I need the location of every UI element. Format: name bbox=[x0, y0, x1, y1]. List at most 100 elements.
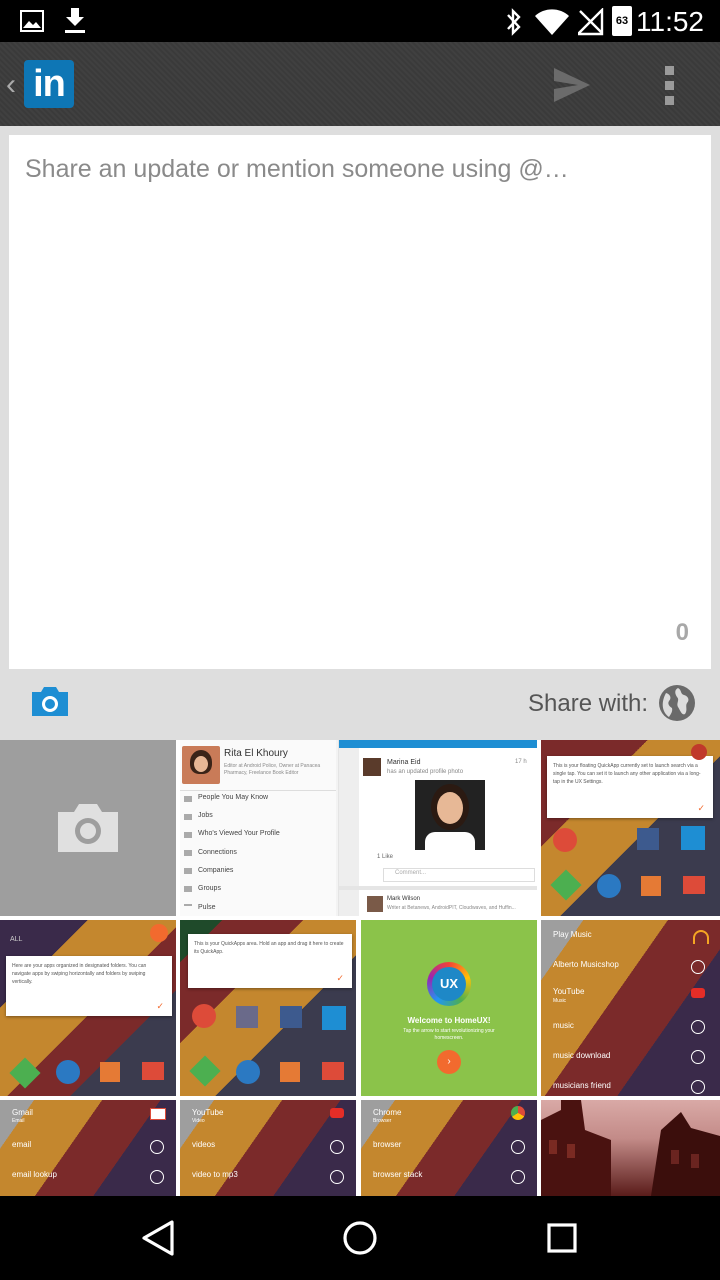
screenshot-thumbnail[interactable]: Chrome Browser browser browser stack bbox=[361, 1100, 537, 1196]
globe-icon[interactable] bbox=[658, 684, 696, 722]
status-bar: 63 11:52 bbox=[0, 0, 720, 42]
check-icon: ✓ bbox=[156, 1001, 164, 1011]
character-count: 0 bbox=[675, 619, 689, 646]
chrome-app-icon bbox=[192, 1004, 216, 1028]
image-notification-icon bbox=[20, 10, 44, 32]
home-icon[interactable] bbox=[338, 1216, 382, 1260]
result-row: video to mp3 bbox=[192, 1170, 238, 1179]
comment-placeholder: Comment... bbox=[395, 870, 427, 876]
check-icon: ✓ bbox=[697, 803, 705, 813]
downloads-app-icon bbox=[322, 1006, 346, 1030]
result-sub: Email bbox=[12, 1118, 25, 1124]
update-text-field[interactable]: Share an update or mention someone using… bbox=[9, 135, 711, 669]
youtube-icon bbox=[330, 1108, 344, 1118]
feed-age: 17 h bbox=[515, 759, 527, 765]
menu-item: Who's Viewed Your Profile bbox=[198, 830, 280, 837]
result-sub: Music bbox=[553, 998, 567, 1004]
tip-text: This is your floating QuickApp currently… bbox=[553, 763, 701, 785]
share-with-label[interactable]: Share with: bbox=[528, 690, 648, 718]
search-icon bbox=[511, 1170, 525, 1184]
hangouts-app-icon bbox=[236, 1060, 260, 1084]
photos-app-icon bbox=[637, 828, 659, 850]
check-icon: ✓ bbox=[336, 973, 344, 983]
drive-app-icon bbox=[189, 1055, 221, 1087]
screenshot-thumbnail[interactable]: YouTube Video videos video to mp3 bbox=[180, 1100, 356, 1196]
recents-icon[interactable] bbox=[540, 1216, 584, 1260]
welcome-subtitle: Tap the arrow to start revolutionizing y… bbox=[403, 1028, 495, 1041]
screenshot-thumbnail[interactable]: Gmail Email email email lookup bbox=[0, 1100, 176, 1196]
camera-icon bbox=[58, 804, 118, 852]
clock: 11:52 bbox=[636, 6, 704, 37]
tip-card: Here are your apps organized in designat… bbox=[6, 956, 172, 1016]
result-sub: Browser bbox=[373, 1118, 392, 1124]
result-row: browser bbox=[373, 1140, 402, 1149]
photos-app-icon bbox=[280, 1006, 302, 1028]
result-row: music download bbox=[553, 1051, 611, 1060]
screenshot-thumbnail[interactable]: ALL Here are your apps organized in desi… bbox=[0, 920, 176, 1096]
no-signal-icon bbox=[578, 8, 604, 36]
result-row: videos bbox=[192, 1140, 216, 1149]
linkedin-logo[interactable]: in bbox=[24, 60, 74, 108]
compose-placeholder: Share an update or mention someone using… bbox=[25, 155, 569, 183]
welcome-title: Welcome to HomeUX! bbox=[407, 1016, 491, 1025]
drive-app-icon bbox=[550, 869, 582, 901]
download-notification-icon bbox=[65, 8, 85, 33]
downloads-app-icon bbox=[681, 826, 705, 850]
menu-item: Pulse bbox=[198, 904, 216, 911]
search-icon bbox=[691, 1080, 705, 1094]
screenshot-thumbnail[interactable]: Play Music Alberto Musicshop YouTube Mus… bbox=[541, 920, 720, 1096]
search-icon bbox=[691, 1050, 705, 1064]
back-icon[interactable] bbox=[136, 1216, 180, 1260]
screenshot-thumbnail[interactable]: Rita El Khoury Editor at Android Police,… bbox=[180, 740, 356, 916]
photo-thumbnail[interactable] bbox=[541, 1100, 720, 1196]
headphones-icon bbox=[693, 930, 709, 944]
photo-gallery: Rita El Khoury Editor at Android Police,… bbox=[0, 740, 720, 1196]
tip-card: This is your floating QuickApp currently… bbox=[547, 756, 713, 818]
battery-level: 63 bbox=[615, 15, 629, 27]
hangouts-app-icon bbox=[56, 1060, 80, 1084]
feeds-app-icon bbox=[641, 876, 661, 896]
send-icon[interactable] bbox=[552, 66, 592, 104]
result-row: YouTube bbox=[553, 987, 585, 996]
feeds-app-icon bbox=[100, 1062, 120, 1082]
feed-name: Mark Wilson bbox=[387, 896, 421, 902]
gmail-icon bbox=[150, 1108, 166, 1120]
like-count: 1 Like bbox=[377, 854, 394, 860]
menu-item: Companies bbox=[198, 867, 234, 874]
search-icon bbox=[511, 1140, 525, 1154]
chrome-app-icon bbox=[553, 828, 577, 852]
profile-name: Rita El Khoury bbox=[224, 748, 288, 759]
camera-icon[interactable] bbox=[30, 686, 70, 718]
screenshot-thumbnail[interactable]: UX Welcome to HomeUX! Tap the arrow to s… bbox=[361, 920, 537, 1096]
navigation-bar bbox=[0, 1196, 720, 1280]
hangouts-app-icon bbox=[597, 874, 621, 898]
folder-tab: ALL bbox=[10, 936, 23, 943]
feed-update: has an updated profile photo bbox=[387, 769, 464, 775]
up-chevron-icon[interactable]: ‹ bbox=[6, 68, 16, 102]
menu-item: Groups bbox=[198, 885, 221, 892]
chrome-icon bbox=[511, 1106, 525, 1120]
result-row: Play Music bbox=[553, 930, 592, 939]
tip-text: Here are your apps organized in designat… bbox=[12, 963, 147, 985]
result-title: YouTube bbox=[192, 1108, 224, 1117]
search-icon bbox=[330, 1170, 344, 1184]
screenshot-thumbnail[interactable]: This is your QuickApps area. Hold an app… bbox=[180, 920, 356, 1096]
gmail-app-icon bbox=[683, 876, 705, 894]
action-bar: ‹ in bbox=[0, 42, 720, 126]
compose-area: Share an update or mention someone using… bbox=[0, 126, 720, 740]
screenshot-thumbnail[interactable]: Marina Eid has an updated profile photo … bbox=[339, 740, 537, 916]
menu-item: Connections bbox=[198, 849, 237, 856]
search-icon bbox=[150, 1140, 164, 1154]
search-icon bbox=[150, 1170, 164, 1184]
search-icon bbox=[691, 1020, 705, 1034]
arrow-right-icon: › bbox=[437, 1050, 461, 1074]
result-row: musicians friend bbox=[553, 1081, 611, 1090]
bluetooth-icon bbox=[507, 8, 521, 36]
overflow-menu-icon[interactable] bbox=[652, 64, 688, 106]
take-photo-tile[interactable] bbox=[0, 740, 176, 916]
screenshot-thumbnail[interactable]: This is your floating QuickApp currently… bbox=[541, 740, 720, 916]
youtube-icon bbox=[691, 988, 705, 998]
result-title: Gmail bbox=[12, 1108, 33, 1117]
tip-text: This is your QuickApps area. Hold an app… bbox=[194, 941, 344, 955]
avatar bbox=[182, 746, 220, 784]
